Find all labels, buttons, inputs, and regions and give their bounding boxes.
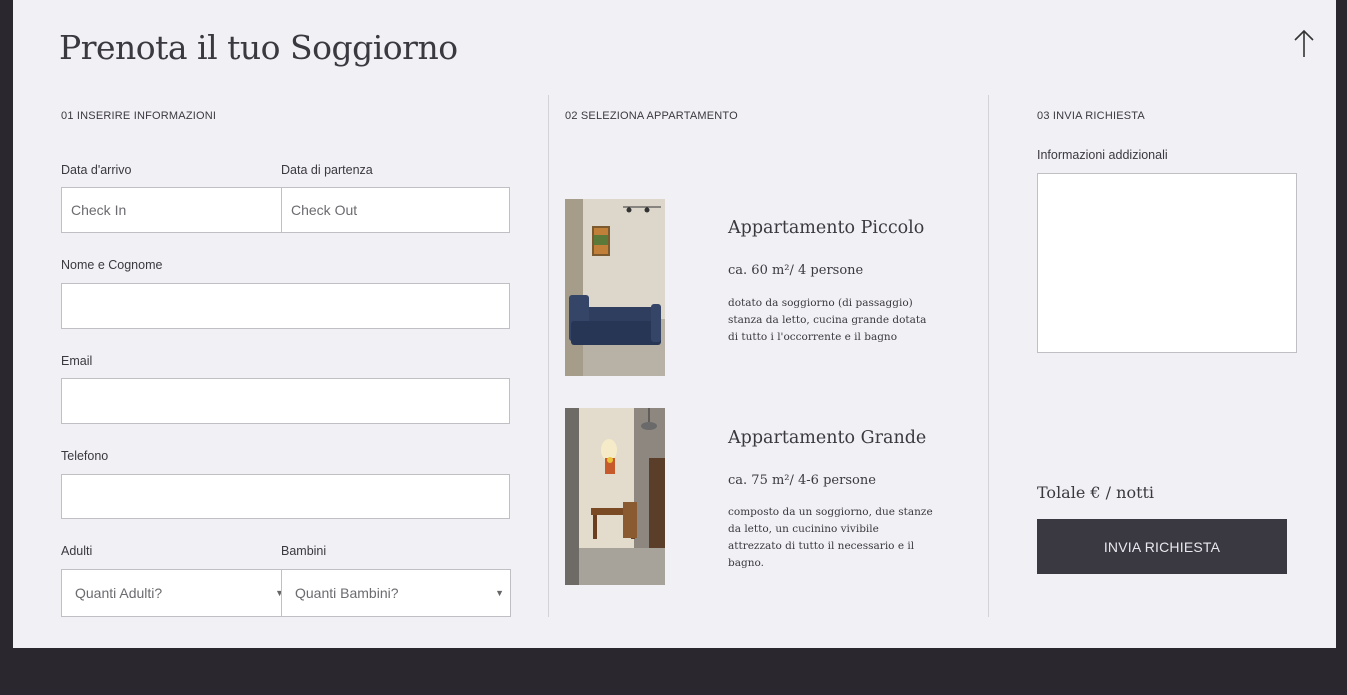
apartment-large-name: Appartamento Grande (728, 428, 927, 448)
apartment-small-photo[interactable] (565, 199, 665, 376)
name-label: Nome e Cognome (61, 258, 163, 272)
phone-label: Telefono (61, 449, 109, 463)
column-divider (988, 95, 989, 617)
submit-request-button[interactable]: INVIA RICHIESTA (1037, 519, 1287, 574)
apartment-small-size: ca. 60 m²/ 4 persone (728, 263, 864, 278)
check-in-input[interactable] (61, 187, 282, 233)
phone-input[interactable] (61, 474, 510, 519)
additional-info-textarea[interactable] (1037, 173, 1297, 353)
apartment-large-photo[interactable] (565, 408, 665, 585)
step-1-heading: 01 INSERIRE INFORMAZIONI (61, 110, 217, 122)
check-out-input[interactable] (281, 187, 510, 233)
apartment-small-description: dotato da soggiorno (di passaggio) stanz… (728, 297, 927, 343)
step-2-heading: 02 SELEZIONA APPARTAMENTO (565, 110, 738, 122)
booking-panel: Prenota il tuo Soggiorno 01 INSERIRE INF… (13, 0, 1336, 648)
column-divider (548, 95, 549, 617)
scroll-top-button[interactable] (1291, 28, 1317, 60)
apartment-large-size: ca. 75 m²/ 4-6 persone (728, 473, 876, 488)
apartment-large-description: composto da un soggiorno, due stanze da … (728, 506, 933, 569)
arrival-label: Data d'arrivo (61, 163, 132, 177)
adults-select[interactable]: Quanti Adulti? ▼ (61, 569, 291, 617)
chevron-down-icon: ▼ (495, 588, 504, 598)
additional-info-label: Informazioni addizionali (1037, 148, 1168, 162)
children-select[interactable]: Quanti Bambini? ▼ (281, 569, 511, 617)
page-title: Prenota il tuo Soggiorno (59, 28, 458, 67)
adults-label: Adulti (61, 544, 93, 558)
adults-select-value: Quanti Adulti? (75, 585, 163, 601)
total-price: Tolale € / notti (1037, 483, 1155, 502)
apartment-small-name: Appartamento Piccolo (728, 218, 925, 238)
email-label: Email (61, 354, 93, 368)
arrow-up-icon (1294, 29, 1314, 57)
children-select-value: Quanti Bambini? (295, 585, 399, 601)
departure-label: Data di partenza (281, 163, 373, 177)
name-input[interactable] (61, 283, 510, 329)
step-3-heading: 03 INVIA RICHIESTA (1037, 110, 1145, 122)
children-label: Bambini (281, 544, 327, 558)
email-input[interactable] (61, 378, 510, 424)
